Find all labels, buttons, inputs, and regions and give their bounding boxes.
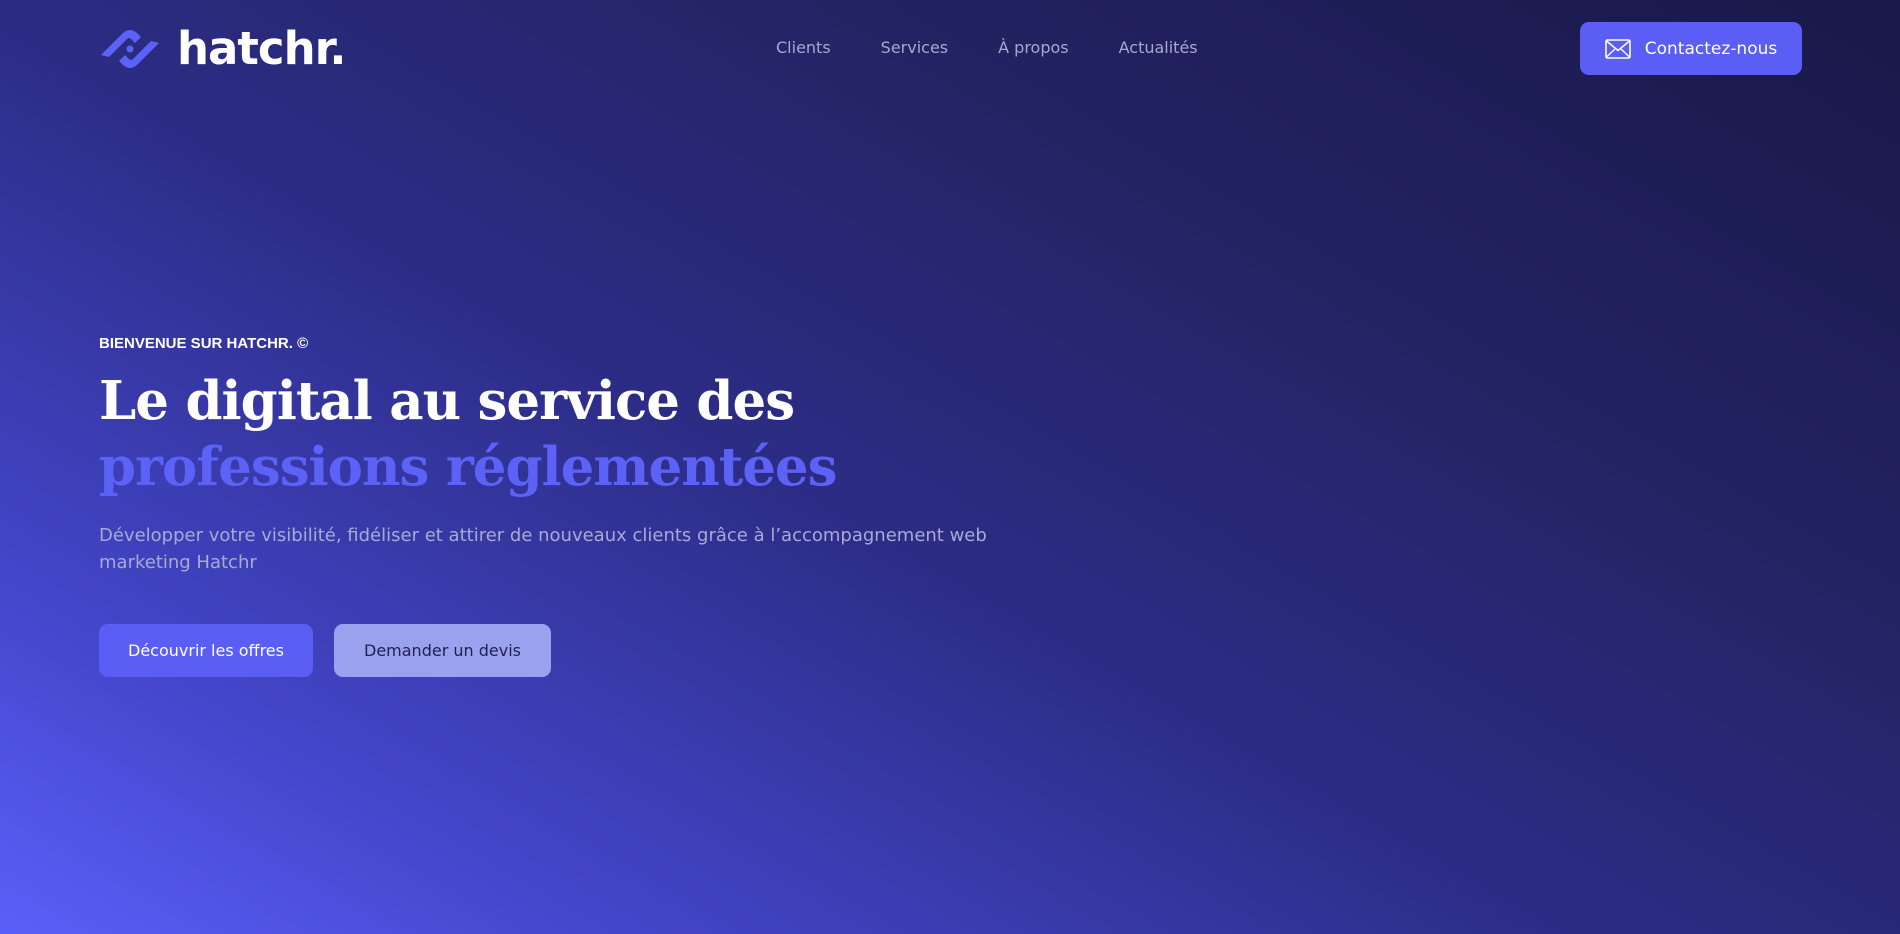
nav-item-clients[interactable]: Clients: [776, 36, 831, 60]
request-quote-button[interactable]: Demander un devis: [334, 624, 551, 677]
nav-item-actualites[interactable]: Actualités: [1119, 36, 1198, 60]
logo-link[interactable]: hatchr.: [99, 24, 346, 74]
hero-title-line2: professions réglementées: [99, 436, 838, 498]
hero-actions: Découvrir les offres Demander un devis: [99, 624, 1099, 677]
hatchr-logo-icon: [101, 30, 159, 68]
hero-eyebrow: BIENVENUE SUR HATCHR. ©: [99, 335, 309, 352]
site-header: hatchr. Clients Services À propos Actual…: [0, 0, 1900, 96]
main-nav: Clients Services À propos Actualités: [776, 36, 1248, 60]
mail-icon: [1604, 38, 1631, 59]
contact-button[interactable]: Contactez-nous: [1580, 22, 1802, 75]
hero-title-line1: Le digital au service des: [99, 370, 795, 432]
nav-item-a-propos[interactable]: À propos: [998, 36, 1068, 60]
discover-offers-button[interactable]: Découvrir les offres: [99, 624, 313, 677]
nav-item-services[interactable]: Services: [881, 36, 948, 60]
contact-button-label: Contactez-nous: [1644, 38, 1778, 59]
hero-lead: Développer votre visibilité, fidéliser e…: [99, 525, 987, 573]
hero-section: BIENVENUE SUR HATCHR. © Le digital au se…: [99, 330, 1099, 677]
hero-title: Le digital au service des professions ré…: [99, 368, 1099, 500]
brand-name: hatchr.: [177, 22, 346, 75]
